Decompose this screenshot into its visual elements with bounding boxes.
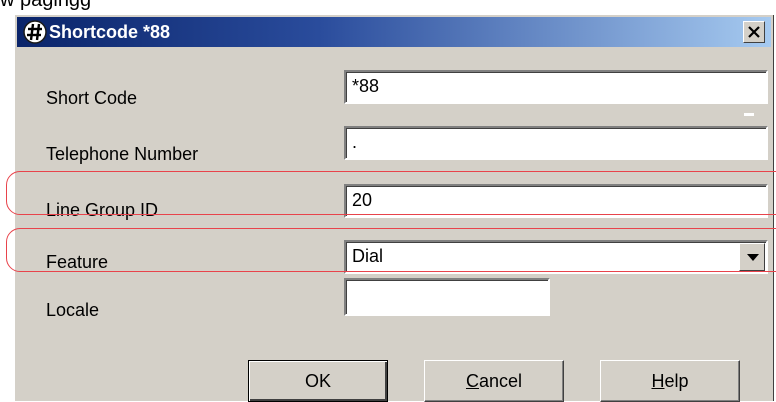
short-code-input[interactable]: *88 [344,70,768,104]
feature-select[interactable]: Dial [344,240,768,274]
help-mnemonic: H [651,371,665,391]
cancel-button[interactable]: Cancel [424,360,564,402]
line-group-id-input[interactable]: 20 [344,184,768,218]
cancel-label-rest: ancel [478,371,523,391]
ok-button[interactable]: OK [248,360,388,402]
title-bar[interactable]: Shortcode *88 [17,17,771,47]
feature-label: Feature [46,252,109,272]
close-icon [748,26,760,38]
telephone-number-input[interactable]: . [344,126,768,160]
hash-icon [23,20,47,44]
cancel-mnemonic: C [465,371,479,391]
shortcode-dialog: Shortcode *88 Short Code *88 Telephone N… [14,14,774,402]
help-label-rest: elp [664,371,689,391]
line-group-id-label: Line Group ID [46,200,159,220]
short-code-label: Short Code [46,88,138,108]
telephone-number-label: Telephone Number [46,144,199,164]
background-page-text: w pagingg [0,0,92,11]
feature-selected-value: Dial [352,246,384,266]
dropdown-arrow-icon [747,254,759,261]
locale-input[interactable] [344,278,550,316]
feature-dropdown-button[interactable] [739,243,765,271]
input-glitch-mark [744,113,754,116]
help-button[interactable]: Help [600,360,740,402]
dialog-title: Shortcode *88 [49,22,171,42]
locale-label: Locale [46,300,100,320]
background-page-fragment: w pagingg [0,0,160,14]
close-button[interactable] [743,21,765,43]
